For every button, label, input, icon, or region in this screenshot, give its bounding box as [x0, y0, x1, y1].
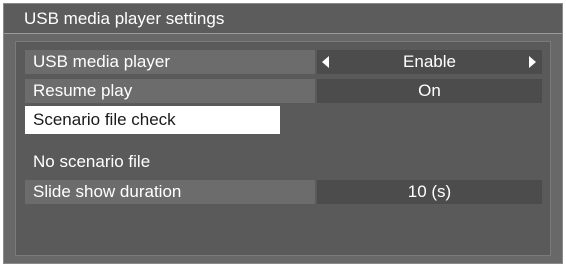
settings-panel: USB media player settings USB media play…: [3, 3, 563, 264]
usb-media-player-value-text: Enable: [403, 52, 456, 71]
resume-play-row[interactable]: Resume play On: [25, 79, 542, 103]
usb-media-player-row[interactable]: USB media player Enable: [25, 50, 542, 74]
slide-show-duration-value[interactable]: 10 (s): [317, 180, 542, 204]
resume-play-label: Resume play: [25, 79, 315, 103]
scenario-file-check-button[interactable]: Scenario file check: [25, 106, 280, 134]
slide-show-duration-label: Slide show duration: [25, 180, 315, 204]
settings-list: USB media player Enable Resume play On S…: [15, 41, 551, 256]
usb-media-player-label: USB media player: [25, 50, 315, 74]
usb-media-player-value[interactable]: Enable: [317, 50, 542, 74]
scenario-status-text: No scenario file: [33, 152, 151, 171]
arrow-left-icon[interactable]: [322, 56, 329, 68]
resume-play-value[interactable]: On: [317, 79, 542, 103]
panel-title: USB media player settings: [4, 4, 562, 34]
arrow-right-icon[interactable]: [529, 56, 536, 68]
slide-show-duration-row[interactable]: Slide show duration 10 (s): [25, 180, 542, 204]
scenario-file-check-row[interactable]: Scenario file check: [25, 106, 542, 134]
